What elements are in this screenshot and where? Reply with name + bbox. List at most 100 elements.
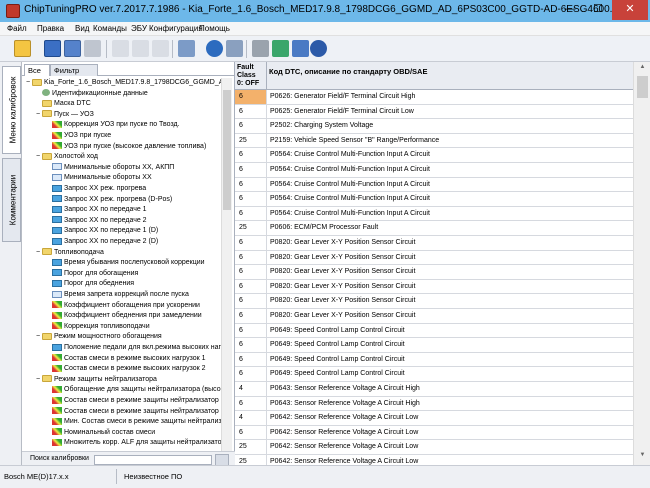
fault-class-cell[interactable]: 6 — [239, 338, 243, 351]
table-row[interactable]: 6 P0643: Sensor Reference Voltage A Circu… — [235, 396, 633, 412]
scroll-up-icon[interactable]: ▲ — [637, 64, 648, 74]
tab-calibration-menu[interactable]: Меню калибровок — [2, 66, 21, 154]
table-row[interactable]: 25 P0642: Sensor Reference Voltage A Circ… — [235, 440, 633, 455]
tree-item[interactable]: − Холостой ход — [34, 152, 98, 161]
maximize-button[interactable]: ☐ — [584, 0, 612, 20]
table-row[interactable]: 25 P2159: Vehicle Speed Sensor "B" Range/… — [235, 133, 633, 149]
dtc-description-cell[interactable]: P0649: Speed Control Lamp Control Circui… — [270, 324, 405, 337]
fault-class-cell[interactable]: 6 — [239, 251, 243, 264]
table-row[interactable]: 25 P0606: ECM/PCM Processor Fault — [235, 221, 633, 236]
tree-scrollbar[interactable] — [221, 78, 232, 451]
tree-item[interactable]: − Kia_Forte_1.6_Bosch_MED17.9.8_1798DCG6_… — [24, 78, 222, 87]
dtc-description-cell[interactable]: P0649: Speed Control Lamp Control Circui… — [270, 338, 405, 351]
expander-icon[interactable]: − — [34, 248, 42, 257]
save-icon[interactable] — [44, 40, 61, 57]
column-divider[interactable] — [266, 62, 267, 90]
settings-icon[interactable] — [292, 40, 309, 57]
tree-item[interactable]: Запрос ХХ по передаче 1 (D) — [44, 226, 158, 235]
expander-icon[interactable]: − — [34, 110, 42, 119]
search-icon[interactable] — [226, 40, 243, 57]
tree-item[interactable]: Запрос ХХ по передаче 2 (D) — [44, 237, 158, 246]
table-row[interactable]: 6 P2502: Charging System Voltage — [235, 119, 633, 134]
dtc-description-cell[interactable]: P0820: Gear Lever X-Y Position Sensor Ci… — [270, 265, 415, 278]
tree-item[interactable]: Множитель корр. ALF для защиты нейтрализ… — [44, 438, 222, 447]
table-row[interactable]: 4 P0643: Sensor Reference Voltage A Circu… — [235, 382, 633, 397]
table-row[interactable]: 6 P0642: Sensor Reference Voltage A Circu… — [235, 425, 633, 441]
dtc-description-cell[interactable]: P0649: Speed Control Lamp Control Circui… — [270, 367, 405, 380]
expander-icon[interactable]: − — [34, 332, 42, 341]
column-header-dtc-code[interactable]: Код DTC, описание по стандарту OBD/SAE — [269, 67, 427, 76]
tree-scroll-thumb[interactable] — [223, 90, 231, 210]
fault-class-cell[interactable]: 6 — [239, 426, 243, 439]
expander-icon[interactable]: − — [24, 78, 32, 87]
tree-item[interactable]: Мин. Состав смеси в режиме защиты нейтра… — [44, 417, 222, 426]
table-row[interactable]: 6 P0820: Gear Lever X-Y Position Sensor C… — [235, 236, 633, 251]
fault-class-cell[interactable]: 25 — [239, 440, 247, 453]
copy-icon[interactable] — [112, 40, 129, 57]
dtc-description-cell[interactable]: P0642: Sensor Reference Voltage A Circui… — [270, 411, 418, 424]
dtc-description-cell[interactable]: P0820: Gear Lever X-Y Position Sensor Ci… — [270, 236, 415, 249]
table-row[interactable]: 6 P0564: Cruise Control Multi-Function In… — [235, 163, 633, 178]
fault-class-cell[interactable]: 6 — [239, 309, 243, 322]
fault-class-cell[interactable]: 6 — [239, 207, 243, 220]
tree-item[interactable]: УОЗ при пуске (высокое давление топлива) — [44, 142, 206, 151]
tree-item[interactable]: Время запрета коррекций после пуска — [44, 290, 189, 299]
tree-item[interactable]: УОЗ при пуске — [44, 131, 111, 140]
table-row[interactable]: 6 P0820: Gear Lever X-Y Position Sensor C… — [235, 279, 633, 295]
dtc-description-cell[interactable]: P0564: Cruise Control Multi-Function Inp… — [270, 148, 430, 161]
tree-item[interactable]: Запрос ХХ реж. прогрева (D-Pos) — [44, 195, 172, 204]
dtc-description-cell[interactable]: P0564: Cruise Control Multi-Function Inp… — [270, 192, 430, 205]
tree-item[interactable]: Состав смеси в режиме высоких нагрузок 2 — [44, 364, 206, 373]
menu-file[interactable]: Файл — [4, 23, 30, 34]
table-row[interactable]: 6 P0649: Speed Control Lamp Control Circu… — [235, 323, 633, 339]
table-scroll-thumb[interactable] — [637, 76, 648, 98]
dtc-description-cell[interactable]: P0820: Gear Lever X-Y Position Sensor Ci… — [270, 294, 415, 307]
tree-item[interactable]: Положение педали для вкл.режима высоких … — [44, 343, 222, 352]
compare-icon[interactable] — [152, 40, 169, 57]
table-row[interactable]: 6 P0564: Cruise Control Multi-Function In… — [235, 206, 633, 222]
tree-item[interactable]: Коэффициент обогащения при ускорении — [44, 301, 200, 310]
fault-class-cell[interactable]: 6 — [239, 192, 243, 205]
scroll-down-icon[interactable]: ▼ — [637, 452, 648, 462]
dtc-description-cell[interactable]: P0625: Generator Field/F Terminal Circui… — [270, 105, 414, 118]
fault-class-cell[interactable]: 25 — [239, 221, 247, 234]
menu-help[interactable]: Помощь — [196, 23, 233, 34]
tree-item[interactable]: Время убывания послепусковой коррекции — [44, 258, 205, 267]
dtc-description-cell[interactable]: P2159: Vehicle Speed Sensor "B" Range/Pe… — [270, 134, 439, 147]
fault-class-cell[interactable]: 6 — [239, 90, 243, 103]
tree-item[interactable]: Маска DTC — [34, 99, 91, 108]
tree-item[interactable]: Порог для обогащения — [44, 269, 138, 278]
print-icon[interactable] — [84, 40, 101, 57]
dtc-description-cell[interactable]: P0820: Gear Lever X-Y Position Sensor Ci… — [270, 251, 415, 264]
tree-item[interactable]: Запрос ХХ по передаче 1 — [44, 205, 147, 214]
table-row[interactable]: 6 P0649: Speed Control Lamp Control Circu… — [235, 352, 633, 368]
tree-item[interactable]: Запрос ХХ реж. прогрева — [44, 184, 146, 193]
table-row[interactable]: 6 P0649: Speed Control Lamp Control Circu… — [235, 367, 633, 382]
minimize-button[interactable]: — — [556, 0, 584, 20]
save-as-icon[interactable] — [64, 40, 81, 57]
tree-item[interactable]: Номинальный состав смеси — [44, 428, 155, 437]
dtc-description-cell[interactable]: P0820: Gear Lever X-Y Position Sensor Ci… — [270, 309, 415, 322]
tree-item[interactable]: Идентификационные данные — [34, 89, 148, 98]
dtc-description-cell[interactable]: P2502: Charging System Voltage — [270, 119, 373, 132]
fault-class-cell[interactable]: 4 — [239, 411, 243, 424]
tools-icon[interactable] — [252, 40, 269, 57]
dtc-description-cell[interactable]: P0564: Cruise Control Multi-Function Inp… — [270, 178, 430, 191]
fault-class-cell[interactable]: 25 — [239, 134, 247, 147]
import-icon[interactable] — [178, 40, 195, 57]
tree-item[interactable]: Обогащение для защиты нейтрализатора (вы… — [44, 385, 221, 394]
tree-item[interactable]: Минимальные обороты ХХ, АКПП — [44, 163, 174, 172]
dtc-description-cell[interactable]: P0606: ECM/PCM Processor Fault — [270, 221, 378, 234]
tree-item[interactable]: Минимальные обороты ХХ — [44, 173, 152, 182]
fault-class-cell[interactable]: 25 — [239, 455, 247, 465]
fault-class-cell[interactable]: 6 — [239, 163, 243, 176]
fault-class-cell[interactable]: 6 — [239, 280, 243, 293]
tree-item[interactable]: Запрос ХХ по передаче 2 — [44, 216, 147, 225]
tree-item[interactable]: − Режим мощностного обогащения — [34, 332, 162, 341]
dtc-description-cell[interactable]: P0643: Sensor Reference Voltage A Circui… — [270, 397, 420, 410]
dtc-description-cell[interactable]: P0820: Gear Lever X-Y Position Sensor Ci… — [270, 280, 415, 293]
fault-class-cell[interactable]: 6 — [239, 148, 243, 161]
fault-class-cell[interactable]: 6 — [239, 367, 243, 380]
table-row[interactable]: 6 P0820: Gear Lever X-Y Position Sensor C… — [235, 265, 633, 280]
table-row[interactable]: 6 P0649: Speed Control Lamp Control Circu… — [235, 338, 633, 353]
